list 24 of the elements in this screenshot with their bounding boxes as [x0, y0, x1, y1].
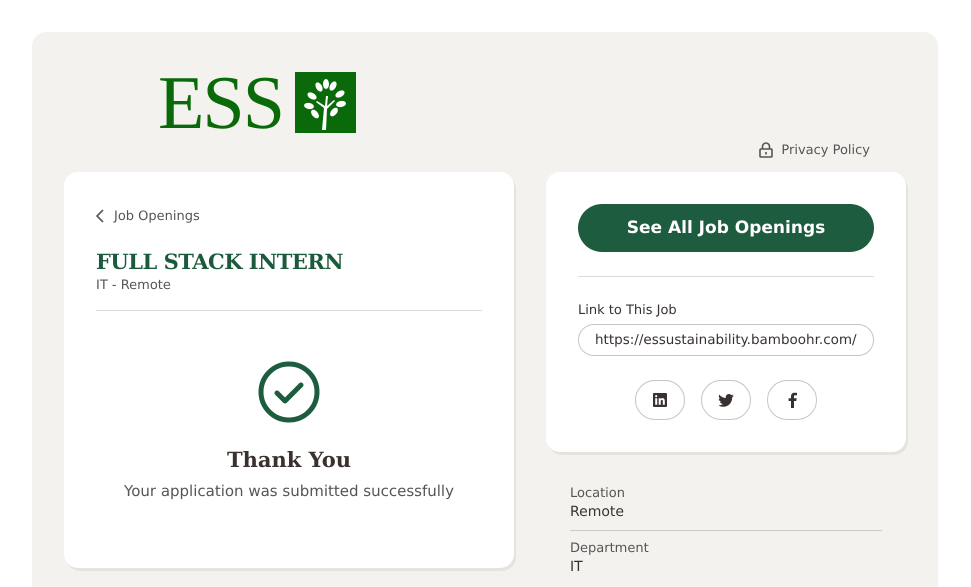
job-subtitle: IT - Remote	[96, 278, 172, 293]
detail-label: Location	[570, 486, 626, 501]
confirmation-title: Thank You	[226, 447, 352, 472]
logo-text: ESS	[158, 72, 283, 132]
lock-icon	[759, 142, 774, 158]
tree-logo-icon	[294, 72, 356, 133]
facebook-icon	[788, 392, 796, 408]
confirmation-message: Your application was submitted successfully	[124, 482, 454, 500]
privacy-policy-link[interactable]: Privacy Policy	[759, 142, 870, 158]
field-label: Link to This Job	[578, 303, 678, 318]
job-title: FULL STACK INTERN	[96, 249, 344, 274]
bird-icon	[718, 394, 734, 406]
job-link-field[interactable]: https://essustainability.bamboohr.com/	[578, 324, 874, 356]
chevron-left-icon	[96, 209, 104, 223]
linkedin-icon	[653, 393, 667, 407]
share-button[interactable]	[701, 380, 751, 420]
detail-value: IT	[570, 559, 584, 575]
check-circle-icon	[258, 361, 320, 423]
detail-label: Department	[570, 541, 650, 556]
share-button[interactable]	[767, 380, 817, 420]
job-openings-back-link[interactable]: Job Openings	[96, 208, 200, 224]
share-button[interactable]	[635, 380, 685, 420]
detail-value: Remote	[570, 504, 626, 520]
see-all-job-openings-button[interactable]: See All Job Openings	[578, 204, 874, 252]
